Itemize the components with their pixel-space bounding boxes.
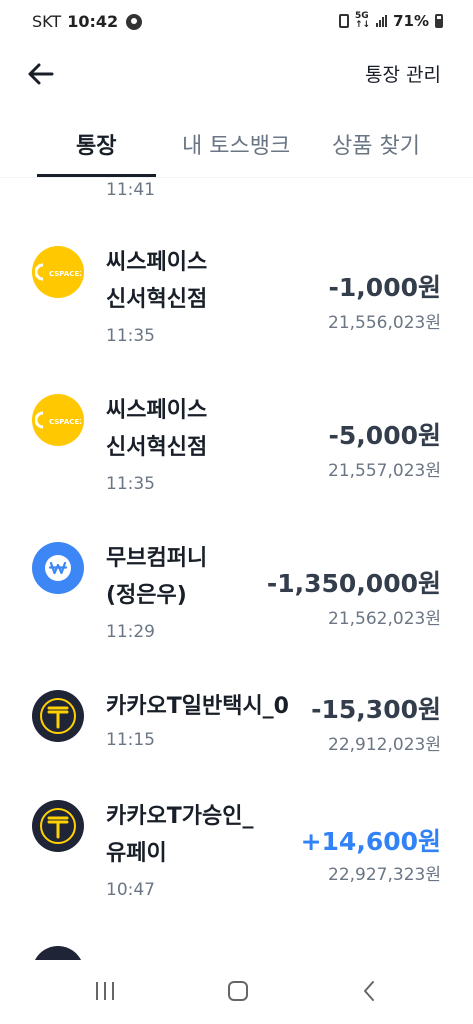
home-button[interactable] bbox=[228, 981, 248, 1001]
won-transfer-icon bbox=[32, 542, 84, 594]
transaction-row[interactable]: CSPACE24 씨스페이스 신서혁신점 11:35 -5,000원 21,55… bbox=[0, 386, 473, 506]
account-manage-button[interactable]: 통장 관리 bbox=[365, 60, 441, 87]
kakao-t-logo-icon bbox=[32, 800, 84, 852]
merchant-name-line2: 신서혁신점 bbox=[106, 435, 208, 460]
merchant-name-line2: 유페이 bbox=[106, 841, 167, 866]
tab-bar: 통장 내 토스뱅크 상품 찾기 bbox=[0, 110, 473, 178]
transaction-time: 10:47 bbox=[106, 880, 155, 900]
merchant-name: 씨스페이스 신서혁신점 bbox=[106, 244, 207, 318]
merchant-name: 씨스페이스 신서혁신점 bbox=[106, 392, 207, 466]
logo-text: CSPACE24 bbox=[49, 270, 81, 278]
carrier-label: SKT bbox=[32, 12, 62, 31]
status-time: 10:42 bbox=[67, 12, 119, 31]
logo-text: CSPACE24 bbox=[49, 418, 81, 426]
transaction-amount: -15,300원 bbox=[311, 695, 441, 724]
transaction-time: 11:35 bbox=[106, 474, 155, 494]
app-header: 통장 관리 bbox=[0, 46, 473, 102]
signal-icon bbox=[376, 15, 388, 27]
transaction-row-partial[interactable]: 11:41 bbox=[0, 178, 473, 208]
transaction-time: 11:35 bbox=[106, 326, 155, 346]
merchant-name-line1: 카카오T일반택시_0 bbox=[106, 694, 289, 719]
transaction-time: 11:41 bbox=[106, 180, 155, 200]
battery-percent: 71% bbox=[393, 12, 429, 30]
merchant-name: 카카오T가승인_ 유페이 bbox=[106, 798, 253, 872]
balance-after: 21,557,023원 bbox=[328, 461, 441, 481]
merchant-name-line1: 카카오T가승인_ bbox=[106, 804, 254, 829]
merchant-name: 카카오T일반택시_0 bbox=[106, 688, 289, 725]
merchant-name: 무브컴퍼니 (정은우) bbox=[106, 540, 207, 614]
cspace-logo-icon: CSPACE24 bbox=[32, 394, 84, 446]
merchant-name-line1: 씨스페이스 bbox=[106, 250, 208, 275]
battery-icon bbox=[435, 14, 443, 28]
tab-account[interactable]: 통장 bbox=[76, 128, 116, 160]
system-navigation-bar bbox=[0, 960, 473, 1024]
transaction-row[interactable]: 카카오T가승인_ 유페이 10:47 +14,600원 22,927,323원 bbox=[0, 796, 473, 916]
status-bar-right: 5G ↑↓ 71% bbox=[339, 12, 443, 30]
transaction-amount: -1,000원 bbox=[328, 273, 441, 302]
notification-icon bbox=[126, 13, 143, 30]
tab-my-tossbank[interactable]: 내 토스뱅크 bbox=[182, 128, 290, 160]
merchant-name-line2: 신서혁신점 bbox=[106, 287, 208, 312]
transaction-row[interactable]: CSPACE24 씨스페이스 신서혁신점 11:35 -1,000원 21,55… bbox=[0, 238, 473, 358]
transaction-row[interactable]: 무브컴퍼니 (정은우) 11:29 -1,350,000원 21,562,023… bbox=[0, 534, 473, 654]
merchant-name-line2: (정은우) bbox=[106, 583, 187, 608]
transaction-amount: +14,600원 bbox=[300, 827, 441, 856]
5g-icon: 5G ↑↓ bbox=[355, 11, 371, 30]
transaction-amount: -5,000원 bbox=[328, 421, 441, 450]
kakao-t-logo-icon bbox=[32, 690, 84, 742]
chevron-left-icon bbox=[364, 981, 374, 1001]
tab-find-products[interactable]: 상품 찾기 bbox=[332, 128, 420, 160]
cspace-logo-icon: CSPACE24 bbox=[32, 246, 84, 298]
transaction-time: 11:29 bbox=[106, 622, 155, 642]
system-back-button[interactable] bbox=[362, 980, 376, 1006]
transaction-row-partial[interactable] bbox=[0, 944, 473, 960]
transaction-time: 11:15 bbox=[106, 730, 155, 750]
status-bar: SKT 10:42 5G ↑↓ 71% bbox=[0, 0, 473, 46]
recents-button[interactable] bbox=[96, 982, 114, 1000]
kakao-t-logo-icon bbox=[32, 946, 84, 960]
balance-after: 22,927,323원 bbox=[328, 865, 441, 885]
back-arrow-icon bbox=[28, 63, 54, 85]
balance-after: 21,562,023원 bbox=[328, 609, 441, 629]
status-bar-left: SKT 10:42 bbox=[32, 12, 143, 31]
merchant-name-line1: 씨스페이스 bbox=[106, 398, 208, 423]
transaction-list[interactable]: 11:41 CSPACE24 씨스페이스 신서혁신점 11:35 -1,000원… bbox=[0, 178, 473, 960]
balance-after: 22,912,023원 bbox=[328, 735, 441, 755]
merchant-name-line1: 무브컴퍼니 bbox=[106, 546, 208, 571]
balance-after: 21,556,023원 bbox=[328, 313, 441, 333]
transaction-amount: -1,350,000원 bbox=[266, 569, 441, 598]
transaction-row[interactable]: 카카오T일반택시_0 11:15 -15,300원 22,912,023원 bbox=[0, 686, 473, 776]
back-button[interactable] bbox=[20, 54, 60, 94]
sim-icon bbox=[339, 14, 349, 28]
